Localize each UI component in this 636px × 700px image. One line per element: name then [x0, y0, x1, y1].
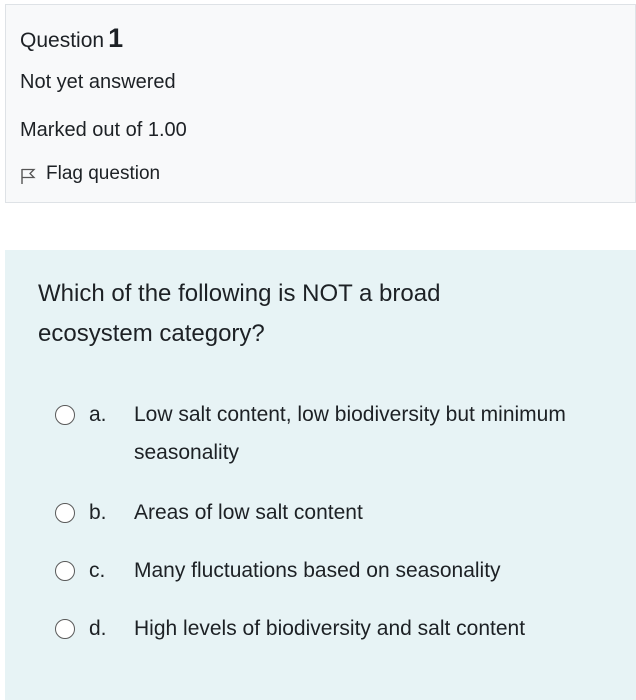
flag-question-label: Flag question: [46, 163, 161, 184]
question-number-heading: Question 1: [20, 23, 123, 54]
answer-option-b[interactable]: b. Areas of low salt content: [55, 494, 634, 532]
question-info-panel: Question 1 Not yet answered Marked out of…: [5, 4, 636, 203]
question-number: 1: [108, 23, 124, 53]
radio-unchecked-icon[interactable]: [55, 619, 75, 639]
answer-option-text: Areas of low salt content: [134, 501, 363, 524]
flag-question-link[interactable]: Flag question: [20, 163, 160, 185]
answer-option-letter: b.: [89, 501, 107, 524]
question-label: Question: [20, 29, 105, 52]
answer-option-text: Low salt content, low biodiversity but m…: [134, 403, 566, 464]
question-grade: Marked out of 1.00: [20, 119, 187, 141]
answer-option-c[interactable]: c. Many fluctuations based on seasonalit…: [55, 552, 634, 590]
question-state: Not yet answered: [20, 71, 176, 93]
answer-option-letter: d.: [89, 617, 107, 640]
question-content-panel: Which of the following is NOT a broad ec…: [5, 250, 636, 700]
answer-option-a[interactable]: a. Low salt content, low biodiversity bu…: [55, 396, 574, 472]
answer-option-letter: a.: [89, 403, 107, 426]
answer-option-text: Many fluctuations based on seasonality: [134, 559, 501, 582]
radio-unchecked-icon[interactable]: [55, 405, 75, 425]
answer-option-letter: c.: [89, 559, 106, 582]
radio-unchecked-icon[interactable]: [55, 561, 75, 581]
answer-option-text: High levels of biodiversity and salt con…: [134, 617, 526, 640]
answer-option-d[interactable]: d. High levels of biodiversity and salt …: [55, 610, 634, 648]
question-text: Which of the following is NOT a broad ec…: [38, 280, 441, 347]
radio-unchecked-icon[interactable]: [55, 503, 75, 523]
flag-icon: [21, 168, 36, 184]
